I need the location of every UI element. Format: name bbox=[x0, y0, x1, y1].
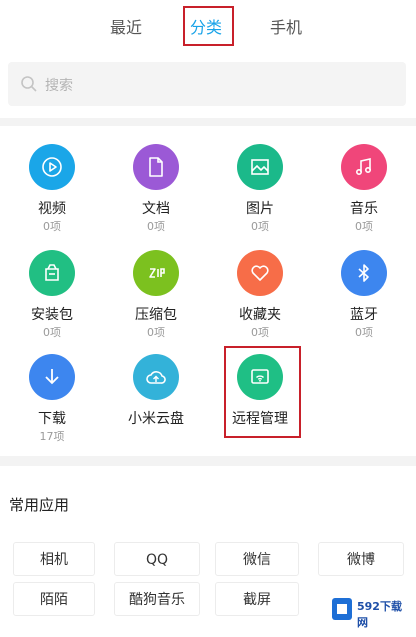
app-chip-kugou-music[interactable]: 酷狗音乐 bbox=[114, 582, 200, 616]
app-chip-momo[interactable]: 陌陌 bbox=[13, 582, 95, 616]
category-count: 0项 bbox=[251, 326, 269, 339]
category-image[interactable]: 图片 0项 bbox=[208, 144, 312, 248]
category-count: 0项 bbox=[43, 326, 61, 339]
category-favorites[interactable]: 收藏夹 0项 bbox=[208, 250, 312, 354]
category-count: 0项 bbox=[147, 220, 165, 233]
category-grid: 视频 0项 文档 0项 图片 0项 音乐 0项 安装包 0项 压缩包 0项 收藏… bbox=[0, 126, 416, 456]
category-name: 小米云盘 bbox=[128, 411, 184, 427]
app-chip-screenshot[interactable]: 截屏 bbox=[215, 582, 299, 616]
category-name: 蓝牙 bbox=[350, 307, 378, 323]
category-package[interactable]: 安装包 0项 bbox=[0, 250, 104, 354]
play-icon bbox=[29, 144, 75, 190]
category-count: 0项 bbox=[251, 220, 269, 233]
category-music[interactable]: 音乐 0项 bbox=[312, 144, 416, 248]
top-tab-bar: 最近 分类 手机 bbox=[0, 0, 416, 52]
category-name: 图片 bbox=[246, 201, 274, 217]
music-icon bbox=[341, 144, 387, 190]
download-icon bbox=[29, 354, 75, 400]
category-document[interactable]: 文档 0项 bbox=[104, 144, 208, 248]
app-chip-camera[interactable]: 相机 bbox=[13, 542, 95, 576]
category-name: 音乐 bbox=[350, 201, 378, 217]
cloud-icon bbox=[133, 354, 179, 400]
category-name: 下载 bbox=[38, 411, 66, 427]
tab-phone[interactable]: 手机 bbox=[270, 14, 302, 38]
tab-recent[interactable]: 最近 bbox=[110, 14, 142, 38]
category-download[interactable]: 下载 17项 bbox=[0, 354, 104, 458]
tab-highlight-box bbox=[183, 6, 234, 46]
category-count: 0项 bbox=[355, 220, 373, 233]
app-chip-qq[interactable]: QQ bbox=[114, 542, 200, 576]
search-placeholder: 搜索 bbox=[45, 78, 73, 94]
search-icon bbox=[21, 76, 37, 92]
category-count: 0项 bbox=[43, 220, 61, 233]
heart-icon bbox=[237, 250, 283, 296]
watermark-logo: 592下载网 bbox=[326, 593, 412, 629]
category-name: 文档 bbox=[142, 201, 170, 217]
remote-manage-highlight-box bbox=[224, 346, 301, 438]
watermark-logo-mark bbox=[332, 598, 352, 620]
category-mi-cloud[interactable]: 小米云盘 bbox=[104, 354, 208, 458]
image-icon bbox=[237, 144, 283, 190]
category-bluetooth[interactable]: 蓝牙 0项 bbox=[312, 250, 416, 354]
category-video[interactable]: 视频 0项 bbox=[0, 144, 104, 248]
search-input[interactable]: 搜索 bbox=[8, 62, 406, 106]
watermark-text: 592下载网 bbox=[357, 600, 402, 629]
category-name: 收藏夹 bbox=[239, 307, 281, 323]
app-chip-wechat[interactable]: 微信 bbox=[215, 542, 299, 576]
category-count: 0项 bbox=[147, 326, 165, 339]
zip-icon bbox=[133, 250, 179, 296]
common-apps-title: 常用应用 bbox=[9, 496, 70, 514]
package-icon bbox=[29, 250, 75, 296]
category-zip[interactable]: 压缩包 0项 bbox=[104, 250, 208, 354]
document-icon bbox=[133, 144, 179, 190]
app-chip-weibo[interactable]: 微博 bbox=[318, 542, 404, 576]
category-count: 17项 bbox=[39, 430, 65, 443]
category-name: 压缩包 bbox=[135, 307, 177, 323]
category-count: 0项 bbox=[355, 326, 373, 339]
bluetooth-icon bbox=[341, 250, 387, 296]
category-name: 视频 bbox=[38, 201, 66, 217]
category-name: 安装包 bbox=[31, 307, 73, 323]
